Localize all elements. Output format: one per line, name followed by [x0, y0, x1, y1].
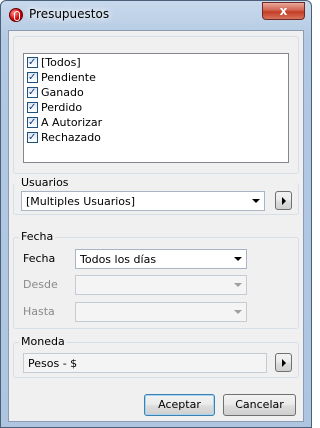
- moneda-field: Pesos - $: [23, 353, 267, 373]
- close-button[interactable]: x: [262, 2, 305, 20]
- chevron-down-icon: [234, 283, 242, 287]
- fecha-select[interactable]: Todos los días: [75, 249, 247, 269]
- usuarios-more-button[interactable]: [275, 191, 292, 210]
- desde-label: Desde: [23, 278, 58, 291]
- usuarios-select-value: [Multiples Usuarios]: [26, 195, 136, 208]
- fecha-select-value: Todos los días: [80, 253, 157, 266]
- states-listbox[interactable]: [Todos] Pendiente Ganado Perdido A Autor…: [23, 53, 289, 163]
- accept-button[interactable]: Aceptar: [144, 394, 215, 416]
- cancel-button[interactable]: Cancelar: [223, 394, 296, 416]
- dialog-window: Presupuestos x [Todos] Pendiente Ganado …: [0, 0, 312, 428]
- checkbox-rechazado[interactable]: [27, 130, 38, 145]
- play-arrow-icon: [282, 359, 286, 367]
- hasta-label: Hasta: [23, 305, 55, 318]
- usuarios-group-label: Usuarios: [19, 176, 71, 189]
- list-item-label: [Todos]: [41, 56, 81, 69]
- desde-date-picker[interactable]: [75, 275, 247, 295]
- checkbox-ganado[interactable]: [27, 85, 38, 100]
- usuarios-select[interactable]: [Multiples Usuarios]: [21, 191, 265, 211]
- moneda-more-button[interactable]: [275, 353, 292, 372]
- chevron-down-icon: [234, 310, 242, 314]
- hasta-date-picker[interactable]: [75, 302, 247, 322]
- checkbox-a-autorizar[interactable]: [27, 115, 38, 130]
- list-item-label: Perdido: [41, 101, 83, 114]
- list-item-label: Ganado: [41, 86, 84, 99]
- moneda-value: Pesos - $: [28, 357, 78, 370]
- moneda-group-label: Moneda: [19, 335, 67, 348]
- app-icon: [9, 8, 23, 22]
- list-item-label: Pendiente: [41, 71, 96, 84]
- fecha-group-label: Fecha: [19, 230, 56, 243]
- list-item-label: A Autorizar: [41, 116, 103, 129]
- checkbox-perdido[interactable]: [27, 100, 38, 115]
- fecha-label: Fecha: [23, 252, 56, 265]
- title-bar[interactable]: Presupuestos x: [1, 1, 311, 29]
- play-arrow-icon: [282, 197, 286, 205]
- checkbox-pendiente[interactable]: [27, 70, 38, 85]
- chevron-down-icon: [234, 257, 242, 261]
- chevron-down-icon: [252, 199, 260, 203]
- window-title: Presupuestos: [29, 7, 110, 21]
- checkbox-todos[interactable]: [27, 55, 38, 70]
- dialog-body: [Todos] Pendiente Ganado Perdido A Autor…: [8, 30, 304, 422]
- list-item-label: Rechazado: [41, 131, 101, 144]
